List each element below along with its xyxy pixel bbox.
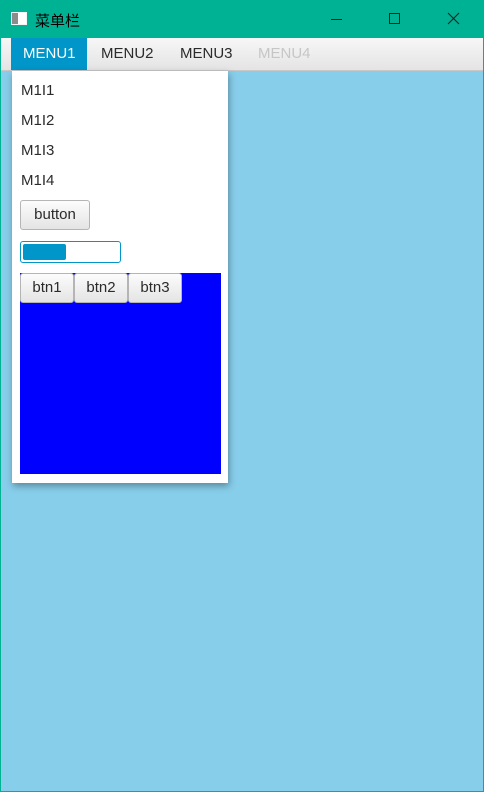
menu-item-m1i1[interactable]: M1I1 (21, 81, 54, 101)
menu-item-m1i3[interactable]: M1I3 (21, 141, 54, 161)
menu1-dropdown: M1I1 M1I2 M1I3 M1I4 button btn1 btn2 btn… (12, 71, 228, 483)
btn2-button[interactable]: btn2 (74, 273, 128, 303)
window-title: 菜单栏 (35, 12, 81, 30)
maximize-icon (389, 13, 400, 24)
minimize-icon (331, 19, 342, 20)
close-icon (447, 12, 460, 25)
menu-bar: MENU1 MENU2 MENU3 MENU4 (1, 38, 483, 71)
menu-1[interactable]: MENU1 (11, 38, 87, 70)
menu-item-m1i2[interactable]: M1I2 (21, 111, 54, 131)
btn1-button[interactable]: btn1 (20, 273, 74, 303)
button[interactable]: button (20, 200, 90, 230)
blue-pane: btn1 btn2 btn3 (20, 273, 221, 474)
maximize-button[interactable] (365, 1, 423, 38)
menu-item-m1i4[interactable]: M1I4 (21, 171, 54, 191)
menu-2[interactable]: MENU2 (89, 38, 167, 70)
progress-fill (23, 244, 66, 260)
title-bar[interactable]: 菜单栏 (1, 1, 483, 38)
menu-4: MENU4 (258, 45, 311, 62)
menu-3[interactable]: MENU3 (168, 38, 246, 70)
minimize-button[interactable] (307, 1, 365, 38)
close-button[interactable] (424, 1, 482, 38)
progress-bar (20, 241, 121, 263)
app-icon (11, 12, 27, 25)
app-window: 菜单栏 MENU1 MENU2 MENU3 MENU4 M1I1 M1I2 M1… (0, 0, 484, 792)
btn3-button[interactable]: btn3 (128, 273, 182, 303)
